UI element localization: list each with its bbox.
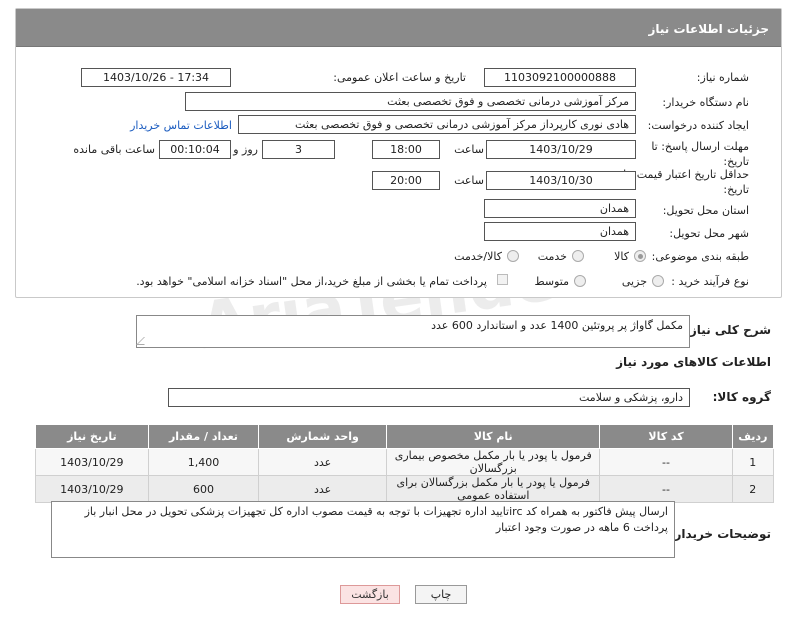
- cell-row-number: 1: [731, 448, 775, 476]
- resize-grip-icon[interactable]: [136, 337, 152, 345]
- col-header-item-name: نام کالا: [386, 424, 601, 449]
- table-row[interactable]: 1 -- فرمول یا پودر یا بار مکمل مخصوص بیم…: [35, 448, 775, 476]
- remaining-label: ساعت باقی مانده: [73, 143, 155, 156]
- buyer-notes-label: توضیحات خریدار:: [669, 527, 771, 541]
- treasury-payment-checkbox[interactable]: [497, 274, 508, 285]
- category-option-goods-service: کالا/خدمت: [454, 250, 502, 263]
- category-option-service: خدمت: [537, 250, 567, 263]
- process-option-medium: متوسط: [534, 275, 569, 288]
- process-radio-minor[interactable]: [652, 275, 664, 287]
- goods-group-label: گروه کالا:: [712, 390, 771, 404]
- price-validity-label: حداقل تاریخ اعتبار قیمت: تا تاریخ:: [623, 168, 749, 196]
- days-field[interactable]: 3: [262, 140, 335, 159]
- col-header-item-code: کد کالا: [599, 424, 733, 449]
- buyer-contact-link[interactable]: اطلاعات تماس خریدار: [130, 119, 232, 132]
- cell-need-date: 1403/10/29: [35, 448, 149, 476]
- province-field[interactable]: همدان: [484, 199, 636, 218]
- reply-deadline-label: مهلت ارسال پاسخ: تا تاریخ:: [651, 140, 749, 168]
- category-radio-service[interactable]: [572, 250, 584, 262]
- treasury-payment-note: پرداخت تمام یا بخشی از مبلغ خرید،از محل …: [136, 275, 487, 288]
- summary-label: شرح کلی نیاز:: [685, 323, 771, 337]
- page: AriaTender.net جزئیات اطلاعات نیاز شماره…: [0, 0, 789, 620]
- process-option-minor: جزیی: [621, 275, 647, 288]
- category-label: طبقه بندی موضوعی:: [651, 250, 749, 263]
- goods-info-title: اطلاعات کالاهای مورد نیاز: [616, 355, 771, 369]
- cell-item-name: فرمول یا پودر یا بار مکمل بزرگسالان برای…: [386, 475, 601, 503]
- col-header-unit: واحد شمارش: [258, 424, 388, 449]
- process-label: نوع فرآیند خرید :: [671, 275, 749, 288]
- cell-item-name: فرمول یا پودر یا بار مکمل مخصوص بیماری ب…: [386, 448, 601, 476]
- goods-group-field[interactable]: دارو، پزشکی و سلامت: [168, 388, 690, 407]
- col-header-need-date: تاریخ نیاز: [35, 424, 149, 449]
- reply-time-field[interactable]: 18:00: [372, 140, 440, 159]
- cell-unit: عدد: [258, 475, 388, 503]
- category-radio-goods[interactable]: [634, 250, 646, 262]
- cell-need-date: 1403/10/29: [35, 475, 149, 503]
- price-date-field[interactable]: 1403/10/30: [486, 171, 636, 190]
- city-field[interactable]: همدان: [484, 222, 636, 241]
- days-label: روز و: [233, 143, 258, 156]
- table-row[interactable]: 2 -- فرمول یا پودر یا بار مکمل بزرگسالان…: [35, 475, 775, 503]
- city-label: شهر محل تحویل:: [669, 227, 749, 240]
- buyer-org-label: نام دستگاه خریدار:: [662, 96, 749, 109]
- need-number-label: شماره نیاز:: [696, 71, 749, 84]
- summary-textarea[interactable]: مکمل گاواژ پر پروتئین 1400 عدد و استاندا…: [136, 315, 690, 348]
- cell-quantity: 1,400: [147, 448, 260, 476]
- announce-label: تاریخ و ساعت اعلان عمومی:: [333, 71, 466, 84]
- table-header-row: ردیف کد کالا نام کالا واحد شمارش تعداد /…: [35, 424, 775, 449]
- items-table: ردیف کد کالا نام کالا واحد شمارش تعداد /…: [35, 424, 775, 503]
- cell-row-number: 2: [731, 475, 775, 503]
- price-time-field[interactable]: 20:00: [372, 171, 440, 190]
- buyer-notes-text: ارسال پیش فاکتور به همراه کد ircتایید اد…: [84, 505, 668, 534]
- cell-item-code: --: [599, 475, 733, 503]
- buyer-notes-textarea[interactable]: ارسال پیش فاکتور به همراه کد ircتایید اد…: [51, 501, 675, 558]
- process-radio-medium[interactable]: [574, 275, 586, 287]
- print-button[interactable]: چاپ: [415, 585, 467, 604]
- col-header-row-number: ردیف: [731, 424, 775, 449]
- cell-item-code: --: [599, 448, 733, 476]
- category-radio-goods-service[interactable]: [507, 250, 519, 262]
- cell-unit: عدد: [258, 448, 388, 476]
- reply-time-label: ساعت: [454, 143, 484, 156]
- province-label: استان محل تحویل:: [662, 204, 749, 217]
- buyer-org-field[interactable]: مرکز آموزشی درمانی تخصصی و فوق تخصصی بعث…: [185, 92, 636, 111]
- requester-field[interactable]: هادی نوری کارپرداز مرکز آموزشی درمانی تخ…: [238, 115, 636, 134]
- summary-text: مکمل گاواژ پر پروتئین 1400 عدد و استاندا…: [431, 319, 683, 332]
- back-button[interactable]: بازگشت: [340, 585, 400, 604]
- col-header-quantity: تعداد / مقدار: [147, 424, 260, 449]
- remaining-time-field[interactable]: 00:10:04: [159, 140, 231, 159]
- announce-field[interactable]: 1403/10/26 - 17:34: [81, 68, 231, 87]
- price-time-label: ساعت: [454, 174, 484, 187]
- category-option-goods: کالا: [614, 250, 629, 263]
- panel-title: جزئیات اطلاعات نیاز: [16, 9, 781, 47]
- need-number-field[interactable]: 1103092100000888: [484, 68, 636, 87]
- reply-date-field[interactable]: 1403/10/29: [486, 140, 636, 159]
- requester-label: ایجاد کننده درخواست:: [647, 119, 749, 132]
- cell-quantity: 600: [147, 475, 260, 503]
